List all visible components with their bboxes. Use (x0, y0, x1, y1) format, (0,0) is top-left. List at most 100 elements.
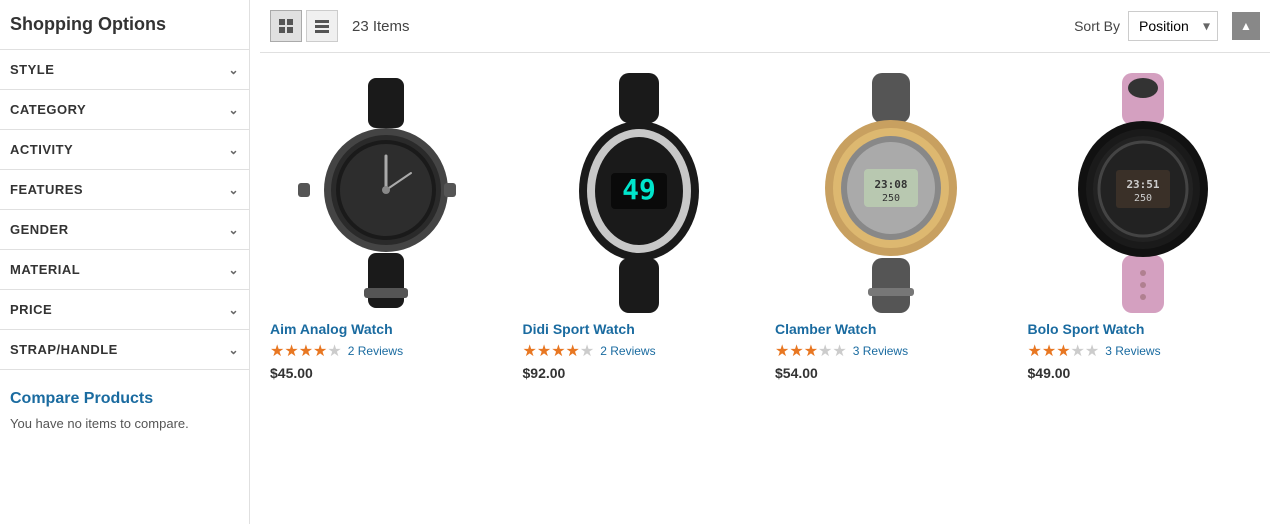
filter-label: GENDER (10, 222, 69, 237)
product-price: $92.00 (523, 365, 756, 381)
toolbar: 23 Items Sort By Position Name Price ▲ (260, 0, 1270, 53)
sort-select-wrap: Position Name Price (1128, 11, 1218, 41)
chevron-down-icon: ⌄ (228, 183, 239, 197)
star-filled: ★ (804, 341, 818, 361)
stars-row: ★★★★★ 3 Reviews (775, 341, 1008, 361)
stars-row: ★★★★★ 2 Reviews (270, 341, 503, 361)
star-filled: ★ (284, 341, 298, 361)
product-image: 23:51 250 (1028, 73, 1261, 313)
filter-item-style[interactable]: STYLE ⌄ (0, 50, 249, 90)
star-empty: ★ (327, 341, 341, 361)
compare-title-static: Compare (10, 390, 84, 407)
chevron-down-icon: ⌄ (228, 263, 239, 277)
svg-text:250: 250 (1134, 193, 1152, 204)
filter-item-strap-handle[interactable]: STRAP/HANDLE ⌄ (0, 330, 249, 370)
star-filled: ★ (313, 341, 327, 361)
reviews-link[interactable]: 3 Reviews (853, 344, 908, 358)
filter-item-material[interactable]: MATERIAL ⌄ (0, 250, 249, 290)
star-filled: ★ (299, 341, 313, 361)
star-empty: ★ (1071, 341, 1085, 361)
sort-label: Sort By (1074, 18, 1120, 34)
compare-title: Compare Products (10, 390, 239, 408)
star-filled: ★ (523, 341, 537, 361)
svg-text:23:08: 23:08 (874, 178, 907, 191)
product-name[interactable]: Bolo Sport Watch (1028, 321, 1261, 337)
product-card: 23:08 250 Clamber Watch ★★★★★ 3 Reviews … (775, 73, 1008, 389)
filter-item-activity[interactable]: ACTIVITY ⌄ (0, 130, 249, 170)
svg-text:49: 49 (622, 173, 656, 206)
product-image: 49 (523, 73, 756, 313)
star-filled: ★ (537, 341, 551, 361)
product-card: Aim Analog Watch ★★★★★ 2 Reviews $45.00 (270, 73, 503, 389)
star-filled: ★ (270, 341, 284, 361)
filter-item-features[interactable]: FEATURES ⌄ (0, 170, 249, 210)
stars-row: ★★★★★ 3 Reviews (1028, 341, 1261, 361)
star-rating: ★★★★★ (775, 341, 847, 361)
sort-section: Sort By Position Name Price ▲ (1074, 11, 1260, 41)
star-rating: ★★★★★ (270, 341, 342, 361)
star-empty: ★ (1085, 341, 1099, 361)
filter-item-gender[interactable]: GENDER ⌄ (0, 210, 249, 250)
product-image (270, 73, 503, 313)
view-buttons (270, 10, 338, 42)
product-price: $54.00 (775, 365, 1008, 381)
star-rating: ★★★★★ (523, 341, 595, 361)
filter-label: FEATURES (10, 182, 83, 197)
item-count: 23 Items (352, 18, 1074, 35)
product-name[interactable]: Didi Sport Watch (523, 321, 756, 337)
product-image: 23:08 250 (775, 73, 1008, 313)
compare-section: Compare Products You have no items to co… (0, 370, 249, 451)
list-view-button[interactable] (306, 10, 338, 42)
compare-note: You have no items to compare. (10, 416, 239, 431)
filter-item-price[interactable]: PRICE ⌄ (0, 290, 249, 330)
product-price: $49.00 (1028, 365, 1261, 381)
reviews-link[interactable]: 3 Reviews (1105, 344, 1160, 358)
star-filled: ★ (1056, 341, 1070, 361)
product-card: 23:51 250 Bolo Sport Watch ★★★★★ 3 Revie… (1028, 73, 1261, 389)
grid-view-button[interactable] (270, 10, 302, 42)
main-content: 23 Items Sort By Position Name Price ▲ (250, 0, 1280, 524)
reviews-link[interactable]: 2 Reviews (600, 344, 655, 358)
chevron-down-icon: ⌄ (228, 143, 239, 157)
product-name[interactable]: Clamber Watch (775, 321, 1008, 337)
sidebar-title: Shopping Options (0, 0, 249, 50)
star-filled: ★ (1028, 341, 1042, 361)
product-info: Didi Sport Watch ★★★★★ 2 Reviews $92.00 (523, 313, 756, 389)
filter-label: PRICE (10, 302, 52, 317)
star-empty: ★ (818, 341, 832, 361)
product-info: Bolo Sport Watch ★★★★★ 3 Reviews $49.00 (1028, 313, 1261, 389)
chevron-down-icon: ⌄ (228, 63, 239, 77)
filter-label: STYLE (10, 62, 54, 77)
product-info: Clamber Watch ★★★★★ 3 Reviews $54.00 (775, 313, 1008, 389)
star-empty: ★ (580, 341, 594, 361)
reviews-link[interactable]: 2 Reviews (348, 344, 403, 358)
products-grid: Aim Analog Watch ★★★★★ 2 Reviews $45.00 … (260, 63, 1270, 399)
star-filled: ★ (551, 341, 565, 361)
svg-text:23:51: 23:51 (1127, 178, 1160, 191)
chevron-down-icon: ⌄ (228, 103, 239, 117)
star-filled: ★ (775, 341, 789, 361)
chevron-down-icon: ⌄ (228, 303, 239, 317)
star-filled: ★ (1042, 341, 1056, 361)
product-name[interactable]: Aim Analog Watch (270, 321, 503, 337)
star-empty: ★ (832, 341, 846, 361)
sort-direction-button[interactable]: ▲ (1232, 12, 1260, 40)
chevron-down-icon: ⌄ (228, 343, 239, 357)
svg-text:250: 250 (882, 193, 900, 204)
filter-item-category[interactable]: CATEGORY ⌄ (0, 90, 249, 130)
star-filled: ★ (789, 341, 803, 361)
star-rating: ★★★★★ (1028, 341, 1100, 361)
filter-label: CATEGORY (10, 102, 86, 117)
stars-row: ★★★★★ 2 Reviews (523, 341, 756, 361)
product-info: Aim Analog Watch ★★★★★ 2 Reviews $45.00 (270, 313, 503, 389)
sidebar: Shopping Options STYLE⌄CATEGORY⌄ACTIVITY… (0, 0, 250, 524)
filter-label: ACTIVITY (10, 142, 73, 157)
filter-label: MATERIAL (10, 262, 80, 277)
filter-label: STRAP/HANDLE (10, 342, 118, 357)
star-filled: ★ (566, 341, 580, 361)
product-card: 49 Didi Sport Watch ★★★★★ 2 Reviews $92.… (523, 73, 756, 389)
sort-select[interactable]: Position Name Price (1128, 11, 1218, 41)
chevron-down-icon: ⌄ (228, 223, 239, 237)
compare-products-link[interactable]: Products (84, 390, 153, 407)
product-price: $45.00 (270, 365, 503, 381)
